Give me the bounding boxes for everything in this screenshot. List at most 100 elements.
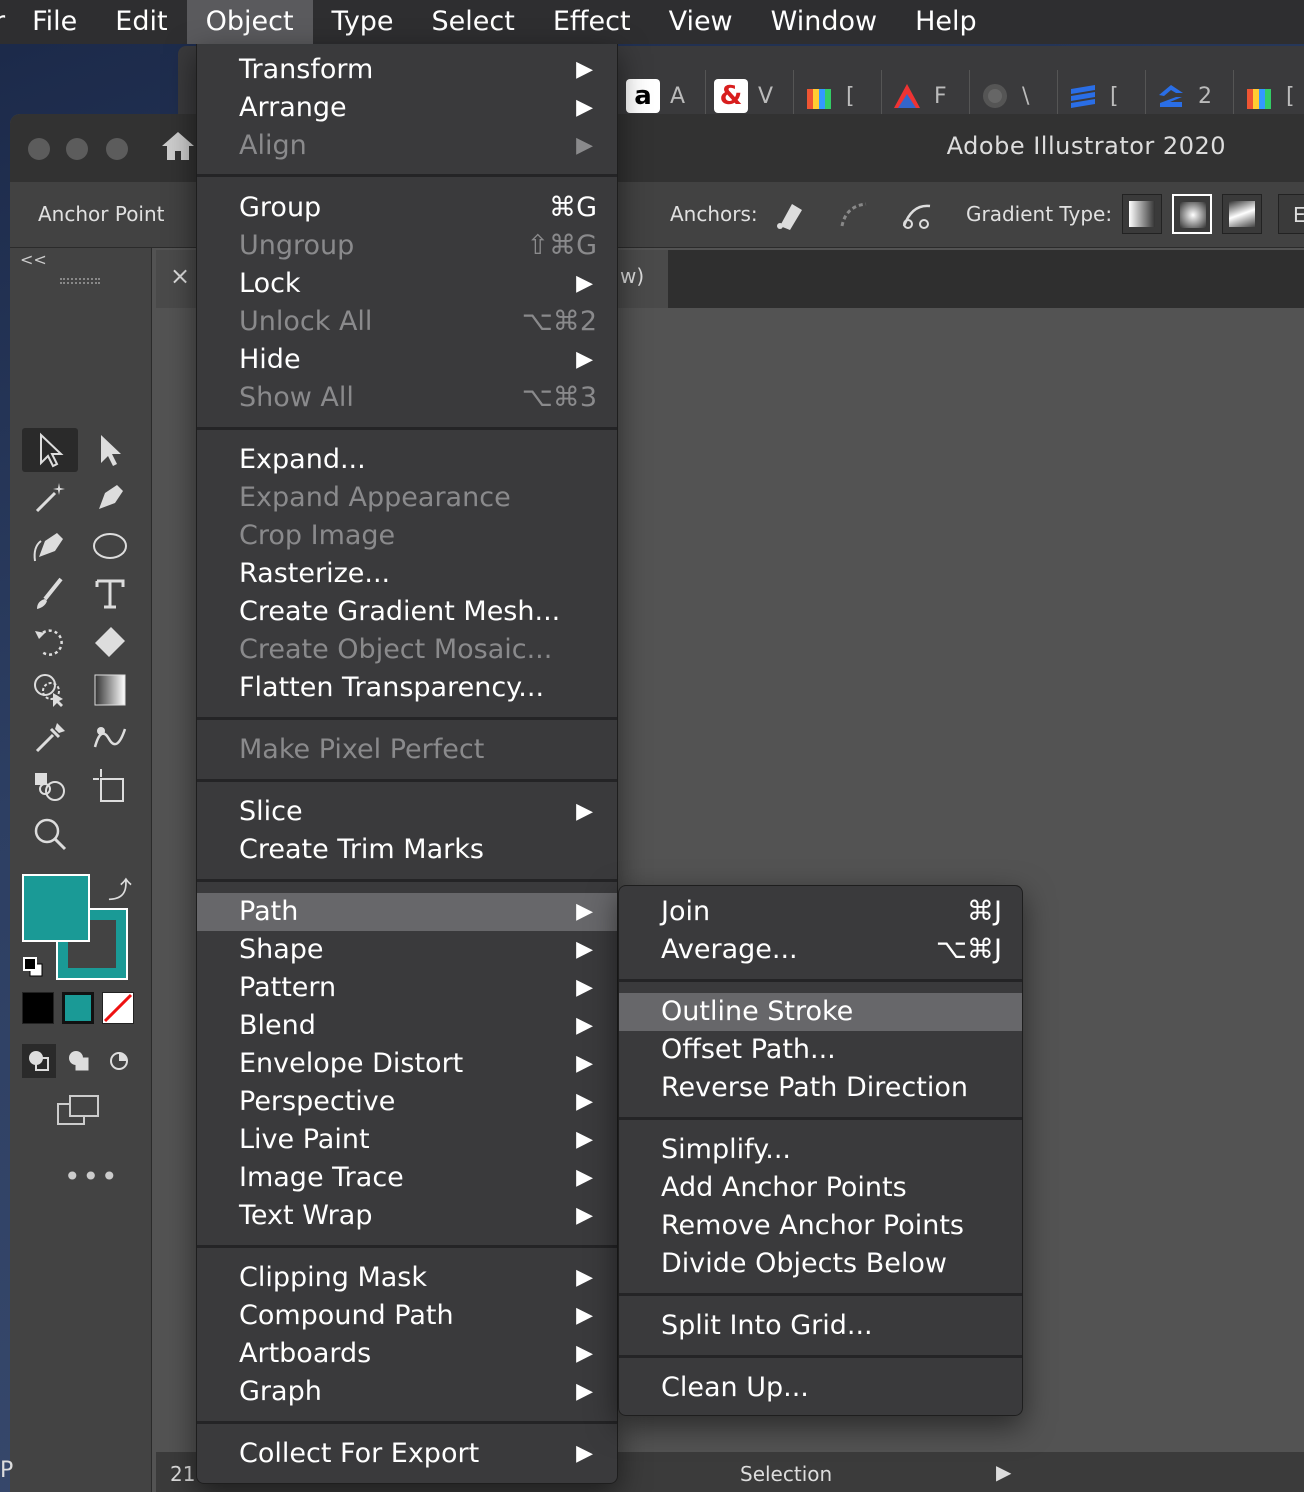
blend-tool[interactable] — [82, 716, 138, 760]
paintbrush-tool[interactable] — [22, 572, 78, 616]
menu-item-label: Join — [661, 896, 711, 927]
menu-item-outline-stroke[interactable]: Outline Stroke — [619, 993, 1022, 1031]
status-arrow-icon[interactable]: ▶ — [996, 1460, 1011, 1484]
pen-tool[interactable] — [82, 476, 138, 520]
menu-edit[interactable]: Edit — [96, 0, 186, 44]
menu-item-create-gradient-mesh[interactable]: Create Gradient Mesh... — [197, 593, 617, 631]
menu-item-hide[interactable]: Hide ▶ — [197, 341, 617, 379]
zoom-level[interactable]: 21 — [170, 1462, 195, 1486]
overflow-button[interactable]: E — [1278, 194, 1304, 234]
menu-item-clean-up[interactable]: Clean Up... — [619, 1369, 1022, 1407]
menu-item-collect-for-export[interactable]: Collect For Export ▶ — [197, 1435, 617, 1473]
menu-item-reverse-path-direction[interactable]: Reverse Path Direction — [619, 1069, 1022, 1107]
selection-tool[interactable] — [22, 428, 78, 472]
menu-item-divide-objects-below[interactable]: Divide Objects Below — [619, 1245, 1022, 1283]
submenu-arrow-icon: ▶ — [576, 937, 593, 962]
draw-normal-button[interactable] — [22, 1044, 56, 1078]
menu-item-shape[interactable]: Shape ▶ — [197, 931, 617, 969]
menu-item-live-paint[interactable]: Live Paint ▶ — [197, 1121, 617, 1159]
menu-item-pattern[interactable]: Pattern ▶ — [197, 969, 617, 1007]
menu-item-text-wrap[interactable]: Text Wrap ▶ — [197, 1197, 617, 1235]
menu-item-create-object-mosaic: Create Object Mosaic... — [197, 631, 617, 669]
close-window-button[interactable] — [28, 138, 50, 160]
menu-view[interactable]: View — [650, 0, 752, 44]
home-icon[interactable] — [160, 130, 196, 162]
document-tab-title: w) — [620, 264, 645, 288]
menu-item-rasterize[interactable]: Rasterize... — [197, 555, 617, 593]
ellipse-tool[interactable] — [82, 524, 138, 568]
triangle-logo-icon — [890, 79, 924, 113]
menu-item-split-into-grid[interactable]: Split Into Grid... — [619, 1307, 1022, 1345]
default-fill-stroke-icon[interactable] — [22, 956, 44, 978]
menu-item-label: Make Pixel Perfect — [239, 734, 485, 765]
menu-item-flatten-transparency[interactable]: Flatten Transparency... — [197, 669, 617, 707]
menu-item-simplify[interactable]: Simplify... — [619, 1131, 1022, 1169]
menu-item-slice[interactable]: Slice ▶ — [197, 793, 617, 831]
close-tab-icon[interactable]: × — [170, 262, 190, 290]
menu-item-perspective[interactable]: Perspective ▶ — [197, 1083, 617, 1121]
menu-item-remove-anchor-points[interactable]: Remove Anchor Points — [619, 1207, 1022, 1245]
zoom-window-button[interactable] — [106, 138, 128, 160]
magic-wand-tool[interactable] — [22, 476, 78, 520]
menu-item-blend[interactable]: Blend ▶ — [197, 1007, 617, 1045]
zoom-tool[interactable] — [22, 812, 78, 856]
none-mode-button[interactable] — [102, 992, 134, 1024]
status-tool-name[interactable]: Selection — [740, 1462, 832, 1486]
draw-behind-button[interactable] — [62, 1044, 96, 1078]
menu-item-transform[interactable]: Transform ▶ — [197, 51, 617, 89]
menu-item-add-anchor-points[interactable]: Add Anchor Points — [619, 1169, 1022, 1207]
bookmark-label: [ — [1110, 83, 1119, 109]
eraser-tool[interactable] — [82, 620, 138, 664]
menu-item-compound-path[interactable]: Compound Path ▶ — [197, 1297, 617, 1335]
artboard-tool[interactable] — [82, 764, 138, 808]
menu-effect[interactable]: Effect — [534, 0, 650, 44]
menu-item-image-trace[interactable]: Image Trace ▶ — [197, 1159, 617, 1197]
menu-file[interactable]: File — [13, 0, 96, 44]
fill-color-swatch[interactable] — [22, 874, 90, 942]
rotate-tool[interactable] — [22, 620, 78, 664]
more-tools-icon[interactable]: ••• — [64, 1160, 120, 1193]
radial-gradient-button[interactable] — [1172, 194, 1212, 234]
menu-item-arrange[interactable]: Arrange ▶ — [197, 89, 617, 127]
submenu-arrow-icon: ▶ — [576, 1303, 593, 1328]
menu-item-artboards[interactable]: Artboards ▶ — [197, 1335, 617, 1373]
menu-object[interactable]: Object — [186, 0, 313, 44]
menu-item-group[interactable]: Group ⌘G — [197, 189, 617, 227]
type-tool[interactable] — [82, 572, 138, 616]
cut-path-icon[interactable] — [898, 196, 936, 234]
gradient-tool[interactable] — [82, 668, 138, 712]
swap-fill-stroke-icon[interactable]: ⤴ — [108, 870, 132, 905]
menu-item-lock[interactable]: Lock ▶ — [197, 265, 617, 303]
curvature-tool[interactable] — [22, 524, 78, 568]
menu-item-clipping-mask[interactable]: Clipping Mask ▶ — [197, 1259, 617, 1297]
menu-item-create-trim-marks[interactable]: Create Trim Marks — [197, 831, 617, 869]
menu-item-path[interactable]: Path ▶ — [197, 893, 617, 931]
menu-item-graph[interactable]: Graph ▶ — [197, 1373, 617, 1411]
panel-grip-icon[interactable] — [60, 278, 100, 284]
convert-anchor-icon[interactable] — [772, 196, 810, 234]
draw-inside-button[interactable] — [102, 1044, 136, 1078]
menu-item-average[interactable]: Average... ⌥⌘J — [619, 931, 1022, 969]
menu-window[interactable]: Window — [752, 0, 896, 44]
minimize-window-button[interactable] — [66, 138, 88, 160]
symbol-sprayer-tool[interactable] — [22, 764, 78, 808]
menu-item-envelope-distort[interactable]: Envelope Distort ▶ — [197, 1045, 617, 1083]
shape-builder-tool[interactable] — [22, 668, 78, 712]
menu-item-expand[interactable]: Expand... — [197, 441, 617, 479]
color-mode-button[interactable] — [22, 992, 54, 1024]
menu-item-offset-path[interactable]: Offset Path... — [619, 1031, 1022, 1069]
linear-gradient-button[interactable] — [1122, 194, 1162, 234]
collapse-panel-icon[interactable]: << — [20, 250, 47, 269]
menu-help[interactable]: Help — [896, 0, 996, 44]
app-menu[interactable]: r — [0, 0, 13, 44]
menu-item-join[interactable]: Join ⌘J — [619, 893, 1022, 931]
screen-mode-icon[interactable] — [56, 1094, 102, 1130]
gradient-mode-button[interactable] — [62, 992, 94, 1024]
menu-select[interactable]: Select — [413, 0, 534, 44]
menu-type[interactable]: Type — [313, 0, 413, 44]
shortcut-label: ⌥⌘2 — [521, 306, 597, 337]
eyedropper-tool[interactable] — [22, 716, 78, 760]
smooth-anchor-icon[interactable] — [836, 196, 874, 234]
direct-selection-tool[interactable] — [82, 428, 138, 472]
freeform-gradient-button[interactable] — [1222, 194, 1262, 234]
